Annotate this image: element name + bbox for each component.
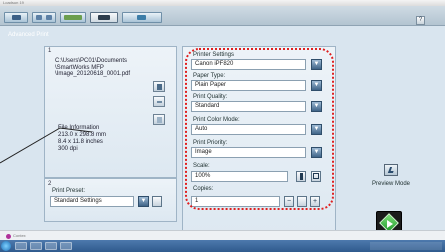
taskbar	[0, 240, 445, 252]
windows-start-icon[interactable]	[1, 241, 11, 251]
preset-dropdown-button[interactable]: ▼	[138, 196, 149, 207]
panel-number: 2	[48, 181, 52, 187]
section-title: Advanced Print	[8, 32, 49, 38]
page-thumbnail-button[interactable]	[153, 96, 165, 107]
play-arrow-icon	[387, 220, 393, 228]
taskbar-app-icon[interactable]	[30, 242, 42, 250]
contex-logo-icon	[6, 234, 11, 239]
file-path: C:\Users\PC01\Documents \SmartWorks MFP …	[55, 58, 131, 77]
settings-highlight-outline	[185, 48, 334, 210]
save-preset-button[interactable]	[152, 196, 162, 207]
preset-select[interactable]: Standard Settings	[50, 196, 134, 207]
status-bar: Contex	[0, 230, 445, 240]
share-tab-icon[interactable]	[122, 12, 162, 23]
file-information: File Information 213.0 x 298.8 mm 8.4 x …	[58, 125, 107, 152]
window-title: Loadsun 19	[3, 0, 24, 5]
panel-number: 1	[48, 48, 52, 54]
fax-tab-icon[interactable]	[60, 12, 86, 23]
copy-tab-icon[interactable]	[32, 12, 56, 23]
status-logo-text: Contex	[13, 233, 26, 238]
taskbar-app-icon[interactable]	[15, 242, 27, 250]
preview-icon	[387, 167, 396, 173]
folder-icon	[157, 84, 162, 90]
taskbar-app-icon[interactable]	[60, 242, 72, 250]
preview-mode-label: Preview Mode	[372, 181, 411, 187]
help-button[interactable]: ?	[416, 16, 425, 25]
system-tray[interactable]	[370, 242, 442, 250]
toolbar: ?	[0, 6, 445, 26]
minus-icon	[157, 101, 162, 103]
scan-tab-icon[interactable]	[4, 12, 28, 23]
taskbar-app-icon[interactable]	[45, 242, 57, 250]
document-icon	[157, 117, 162, 123]
document-view-button[interactable]	[153, 114, 165, 125]
open-folder-button[interactable]	[153, 81, 165, 92]
preview-mode-button[interactable]	[384, 164, 398, 176]
preset-label: Print Preset:	[52, 188, 86, 194]
print-tab-icon[interactable]	[90, 12, 118, 23]
